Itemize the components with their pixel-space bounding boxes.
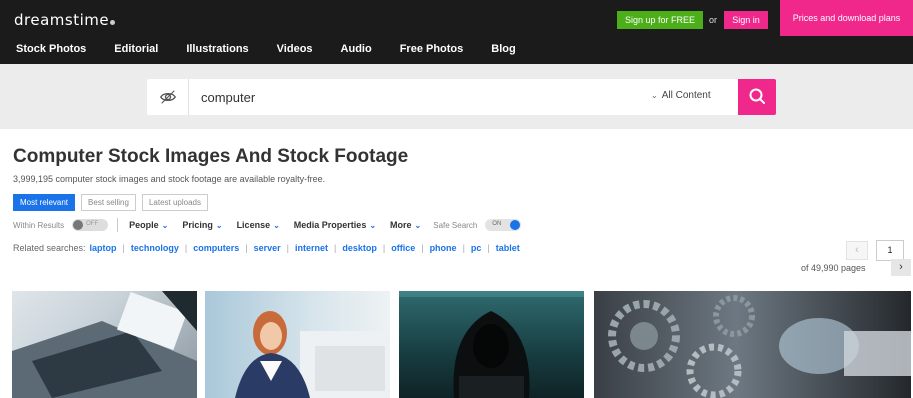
nav-stock-photos[interactable]: Stock Photos xyxy=(16,43,86,55)
chevron-down-icon: ⌄ xyxy=(369,221,377,230)
nav-free-photos[interactable]: Free Photos xyxy=(400,43,464,55)
filter-people[interactable]: People ⌄ xyxy=(129,220,168,230)
related-term[interactable]: tablet xyxy=(496,243,520,253)
filter-more[interactable]: More ⌄ xyxy=(390,220,421,230)
related-divider: | xyxy=(245,243,248,253)
page-title: Computer Stock Images And Stock Footage xyxy=(13,146,409,167)
prices-button[interactable]: Prices and download plans xyxy=(780,0,913,36)
chevron-down-icon: ⌄ xyxy=(414,221,422,230)
within-results-label: Within Results xyxy=(13,220,65,230)
tab-best-selling[interactable]: Best selling xyxy=(81,194,136,211)
toggle-state: OFF xyxy=(86,221,99,227)
signin-button[interactable]: Sign in xyxy=(724,11,768,29)
filter-label: License xyxy=(236,220,271,230)
logo-text: dreamstime xyxy=(14,11,110,29)
related-divider: | xyxy=(382,243,386,253)
nav-illustrations[interactable]: Illustrations xyxy=(186,43,248,55)
woman-laptop-image xyxy=(235,311,390,398)
sort-tabs: Most relevant Best selling Latest upload… xyxy=(13,194,208,211)
search-input[interactable] xyxy=(201,87,601,107)
result-thumbnail[interactable] xyxy=(594,291,911,398)
related-divider: | xyxy=(286,243,289,253)
related-term[interactable]: office xyxy=(391,243,415,253)
main-nav: Stock Photos Editorial Illustrations Vid… xyxy=(16,43,544,55)
related-label: Related searches: xyxy=(13,243,86,253)
signup-button[interactable]: Sign up for FREE xyxy=(617,11,703,29)
related-divider: | xyxy=(334,243,337,253)
filter-bar: Within Results OFF People ⌄ Pricing ⌄ Lice… xyxy=(13,217,522,233)
related-searches: Related searches: laptop | technology | co… xyxy=(13,243,520,253)
chevron-down-icon: ⌄ xyxy=(161,221,169,230)
safe-search-toggle[interactable]: ON xyxy=(485,219,522,231)
filter-label: Pricing xyxy=(182,220,213,230)
related-term[interactable]: pc xyxy=(471,243,482,253)
top-bar: dreamstime Sign up for FREE or Sign in P… xyxy=(0,0,913,64)
results-count: 3,999,195 computer stock images and stoc… xyxy=(13,174,326,184)
content-type-label: All Content xyxy=(661,90,711,101)
eye-icon[interactable] xyxy=(159,88,177,106)
within-results-toggle[interactable]: OFF xyxy=(72,219,109,231)
related-divider: | xyxy=(122,243,125,253)
filter-media-properties[interactable]: Media Properties ⌄ xyxy=(294,220,376,230)
laptop-hands-image xyxy=(12,291,197,398)
search-icon xyxy=(749,88,765,104)
chevron-down-icon: ⌄ xyxy=(273,221,280,230)
search-band: ⌄All Content xyxy=(0,64,913,129)
search-divider xyxy=(188,79,189,115)
related-term[interactable]: technology xyxy=(131,243,179,253)
chevron-down-icon: ⌄ xyxy=(651,91,658,100)
filter-divider xyxy=(117,218,119,232)
related-term[interactable]: server xyxy=(254,243,281,253)
search-box: ⌄All Content xyxy=(147,79,738,115)
related-divider: | xyxy=(487,243,490,253)
related-term[interactable]: desktop xyxy=(342,243,377,253)
safe-search-label: Safe Search xyxy=(433,220,478,230)
filter-label: More xyxy=(390,220,412,230)
result-thumbnail[interactable] xyxy=(205,291,390,398)
result-thumbnail[interactable] xyxy=(12,291,197,398)
related-divider: | xyxy=(184,243,188,253)
gears-technology-image xyxy=(608,295,911,398)
toggle-state: ON xyxy=(492,221,502,227)
nav-blog[interactable]: Blog xyxy=(491,43,515,55)
site-logo[interactable]: dreamstime xyxy=(14,11,116,29)
nav-editorial[interactable]: Editorial xyxy=(114,43,158,55)
page-number-input[interactable]: 1 xyxy=(876,240,904,261)
result-thumbnail[interactable] xyxy=(399,291,584,398)
related-divider: | xyxy=(421,243,424,253)
chevron-right-icon[interactable]: › xyxy=(891,259,911,276)
tab-latest-uploads[interactable]: Latest uploads xyxy=(141,194,208,211)
search-button[interactable] xyxy=(738,79,776,115)
related-term[interactable]: laptop xyxy=(90,243,117,253)
filter-license[interactable]: License ⌄ xyxy=(237,220,280,230)
or-text: or xyxy=(709,15,718,25)
related-term[interactable]: phone xyxy=(430,243,457,253)
filter-label: People xyxy=(129,220,159,230)
nav-audio[interactable]: Audio xyxy=(341,43,372,55)
hacker-hoodie-image xyxy=(399,291,584,398)
logo-dot xyxy=(110,20,116,25)
total-pages: of 49,990 pages xyxy=(801,263,866,273)
related-term[interactable]: computers xyxy=(193,243,239,253)
tab-most-relevant[interactable]: Most relevant xyxy=(13,194,76,211)
filter-label: Media Properties xyxy=(293,220,367,230)
chevron-down-icon: ⌄ xyxy=(215,221,223,230)
filter-pricing[interactable]: Pricing ⌄ xyxy=(182,220,222,230)
toggle-knob xyxy=(73,220,84,230)
related-divider: | xyxy=(462,243,465,253)
toggle-knob xyxy=(510,220,521,230)
chevron-left-icon[interactable]: ‹ xyxy=(846,241,868,260)
content-type-select[interactable]: ⌄ All Content xyxy=(651,90,711,101)
related-term[interactable]: internet xyxy=(295,243,328,253)
nav-videos[interactable]: Videos xyxy=(277,43,313,55)
